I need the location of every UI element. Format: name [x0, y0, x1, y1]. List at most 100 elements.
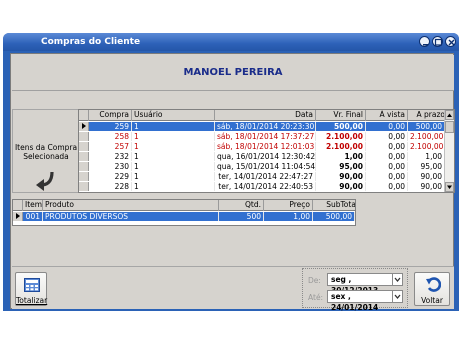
cell-compra: 232: [89, 152, 132, 161]
row-indicator: [79, 132, 89, 141]
cell-data: qua, 16/01/2014 12:30:42: [217, 152, 316, 161]
cell-a-vista: 0,00: [366, 182, 408, 191]
cell-a-vista: 0,00: [366, 122, 408, 131]
cell-a-vista: 0,00: [366, 172, 408, 181]
side-panel-label: Itens da Compra Selecionada: [13, 143, 79, 161]
row-indicator: [79, 152, 89, 161]
client-name-panel: MANOEL PEREIRA: [12, 55, 454, 91]
cell-data: sáb, 18/01/2014 20:23:30: [215, 122, 316, 131]
purchase-row[interactable]: 232 1 qua, 16/01/2014 12:30:42 1,00 0,00 1,00: [79, 152, 445, 161]
items-header: Item Produto Qtd. Preço SubTotal: [13, 200, 355, 211]
cell-usuario: 1: [132, 122, 215, 131]
title-bar: Compras do Cliente: [3, 33, 459, 51]
cell-data: ter, 14/01/2014 22:40:53: [215, 182, 316, 191]
cell-a-prazo: 1,00: [408, 152, 445, 161]
cell-vr-final: 1,00: [316, 152, 366, 161]
client-area: MANOEL PEREIRA Itens da Compra Seleciona…: [10, 53, 455, 312]
scroll-up-button[interactable]: [445, 110, 454, 120]
row-indicator: [13, 212, 23, 221]
minimize-icon: [423, 44, 428, 46]
cell-preco: 1,00: [264, 212, 313, 221]
maximize-button[interactable]: [432, 36, 443, 47]
cell-usuario: 1: [132, 162, 215, 171]
window-title: Compras do Cliente: [41, 37, 141, 47]
col-item[interactable]: Item: [23, 200, 43, 211]
cell-usuario: 1: [132, 142, 215, 151]
purchases-scrollbar[interactable]: [444, 110, 454, 192]
cell-vr-final: 95,00: [316, 162, 366, 171]
items-grid[interactable]: Item Produto Qtd. Preço SubTotal 001 PROD…: [12, 199, 356, 226]
de-label: De:: [308, 276, 321, 285]
purchase-row[interactable]: 257 1 sáb, 18/01/2014 12:01:03 2.100,00 0,00…: [79, 142, 445, 151]
calculator-icon: [24, 278, 40, 292]
purchase-row[interactable]: 258 1 sáb, 18/01/2014 17:37:27 2.100,00 0,00…: [79, 132, 445, 141]
cell-vr-final: 2.100,00: [316, 132, 366, 141]
cell-vr-final: 2.100,00: [316, 142, 366, 151]
row-indicator: [79, 172, 89, 181]
row-indicator: [79, 182, 89, 191]
cell-qtd: 500: [219, 212, 264, 221]
col-compra[interactable]: Compra: [89, 110, 132, 121]
cell-vr-final: 90,00: [316, 182, 366, 191]
items-side-panel: Itens da Compra Selecionada: [12, 109, 78, 193]
scroll-thumb[interactable]: [445, 121, 454, 133]
curved-arrow-down-icon: [36, 171, 54, 191]
purchase-row[interactable]: 228 1 ter, 14/01/2014 22:40:53 90,00 0,00 90,…: [79, 182, 445, 191]
row-indicator: [79, 162, 89, 171]
col-subtotal[interactable]: SubTotal: [313, 200, 355, 211]
col-vr-final[interactable]: Vr. Final: [316, 110, 366, 121]
voltar-button[interactable]: Voltar: [414, 272, 450, 306]
col-usuario[interactable]: Usuário: [132, 110, 215, 121]
cell-compra: 257: [89, 142, 132, 151]
cell-compra: 258: [89, 132, 132, 141]
cell-a-prazo: 90,00: [408, 172, 445, 181]
cell-usuario: 1: [132, 152, 215, 161]
close-icon: [448, 39, 455, 46]
ate-label: Até:: [308, 293, 324, 302]
chevron-down-icon: [394, 294, 401, 300]
ate-date-dropdown[interactable]: [392, 290, 403, 303]
col-a-prazo[interactable]: A prazo: [408, 110, 448, 121]
cell-a-prazo: 95,00: [408, 162, 445, 171]
cell-item: 001: [23, 212, 43, 221]
cell-data: sáb, 18/01/2014 12:01:03: [217, 142, 316, 151]
app-window: Compras do Cliente MANOEL PEREIRA Itens …: [3, 33, 459, 312]
cell-a-prazo: 90,00: [408, 182, 445, 191]
cell-usuario: 1: [132, 182, 215, 191]
ate-date-field[interactable]: sex , 24/01/2014: [327, 290, 393, 312]
cell-data: sáb, 18/01/2014 17:37:27: [217, 132, 316, 141]
col-preco[interactable]: Preço: [264, 200, 313, 211]
col-qtd[interactable]: Qtd.: [219, 200, 264, 211]
cell-vr-final: 90,00: [316, 172, 366, 181]
cell-a-vista: 0,00: [366, 152, 408, 161]
scroll-down-button[interactable]: [445, 182, 454, 192]
undo-arrow-icon: [426, 277, 441, 292]
cell-compra: 230: [89, 162, 132, 171]
footer-bar: Totalizar De: seg , 30/12/2013 Até: sex …: [12, 266, 454, 312]
cell-a-vista: 0,00: [366, 142, 408, 151]
chevron-up-icon: [447, 113, 452, 117]
current-row-icon: [16, 213, 20, 219]
cell-a-prazo: 500,00: [408, 122, 445, 131]
purchase-row[interactable]: 230 1 qua, 15/01/2014 11:04:54 95,00 0,00 95,…: [79, 162, 445, 171]
purchase-row[interactable]: 229 1 ter, 14/01/2014 22:47:27 90,00 0,00 90,…: [79, 172, 445, 181]
totalizar-button[interactable]: Totalizar: [15, 272, 47, 306]
client-name: MANOEL PEREIRA: [183, 67, 283, 78]
cell-usuario: 1: [132, 132, 215, 141]
cell-produto: PRODUTOS DIVERSOS: [43, 212, 219, 221]
de-date-field[interactable]: seg , 30/12/2013: [327, 273, 393, 295]
minimize-button[interactable]: [419, 36, 430, 47]
totalizar-label: Totalizar: [16, 296, 48, 305]
de-date-dropdown[interactable]: [392, 273, 403, 286]
purchase-row[interactable]: 259 1 sáb, 18/01/2014 20:23:30 500,00 0,00 50…: [79, 122, 445, 131]
col-data[interactable]: Data: [215, 110, 316, 121]
item-row[interactable]: 001 PRODUTOS DIVERSOS 500 1,00 500,00: [13, 212, 355, 221]
cell-a-vista: 0,00: [366, 162, 408, 171]
maximize-icon: [434, 38, 443, 46]
col-a-vista[interactable]: À vista: [366, 110, 408, 121]
close-button[interactable]: [445, 36, 456, 47]
purchases-header: Compra Usuário Data Vr. Final À vista A …: [79, 110, 448, 121]
purchases-grid[interactable]: Compra Usuário Data Vr. Final À vista A …: [78, 109, 455, 193]
cell-compra: 229: [89, 172, 132, 181]
col-produto[interactable]: Produto: [43, 200, 219, 211]
